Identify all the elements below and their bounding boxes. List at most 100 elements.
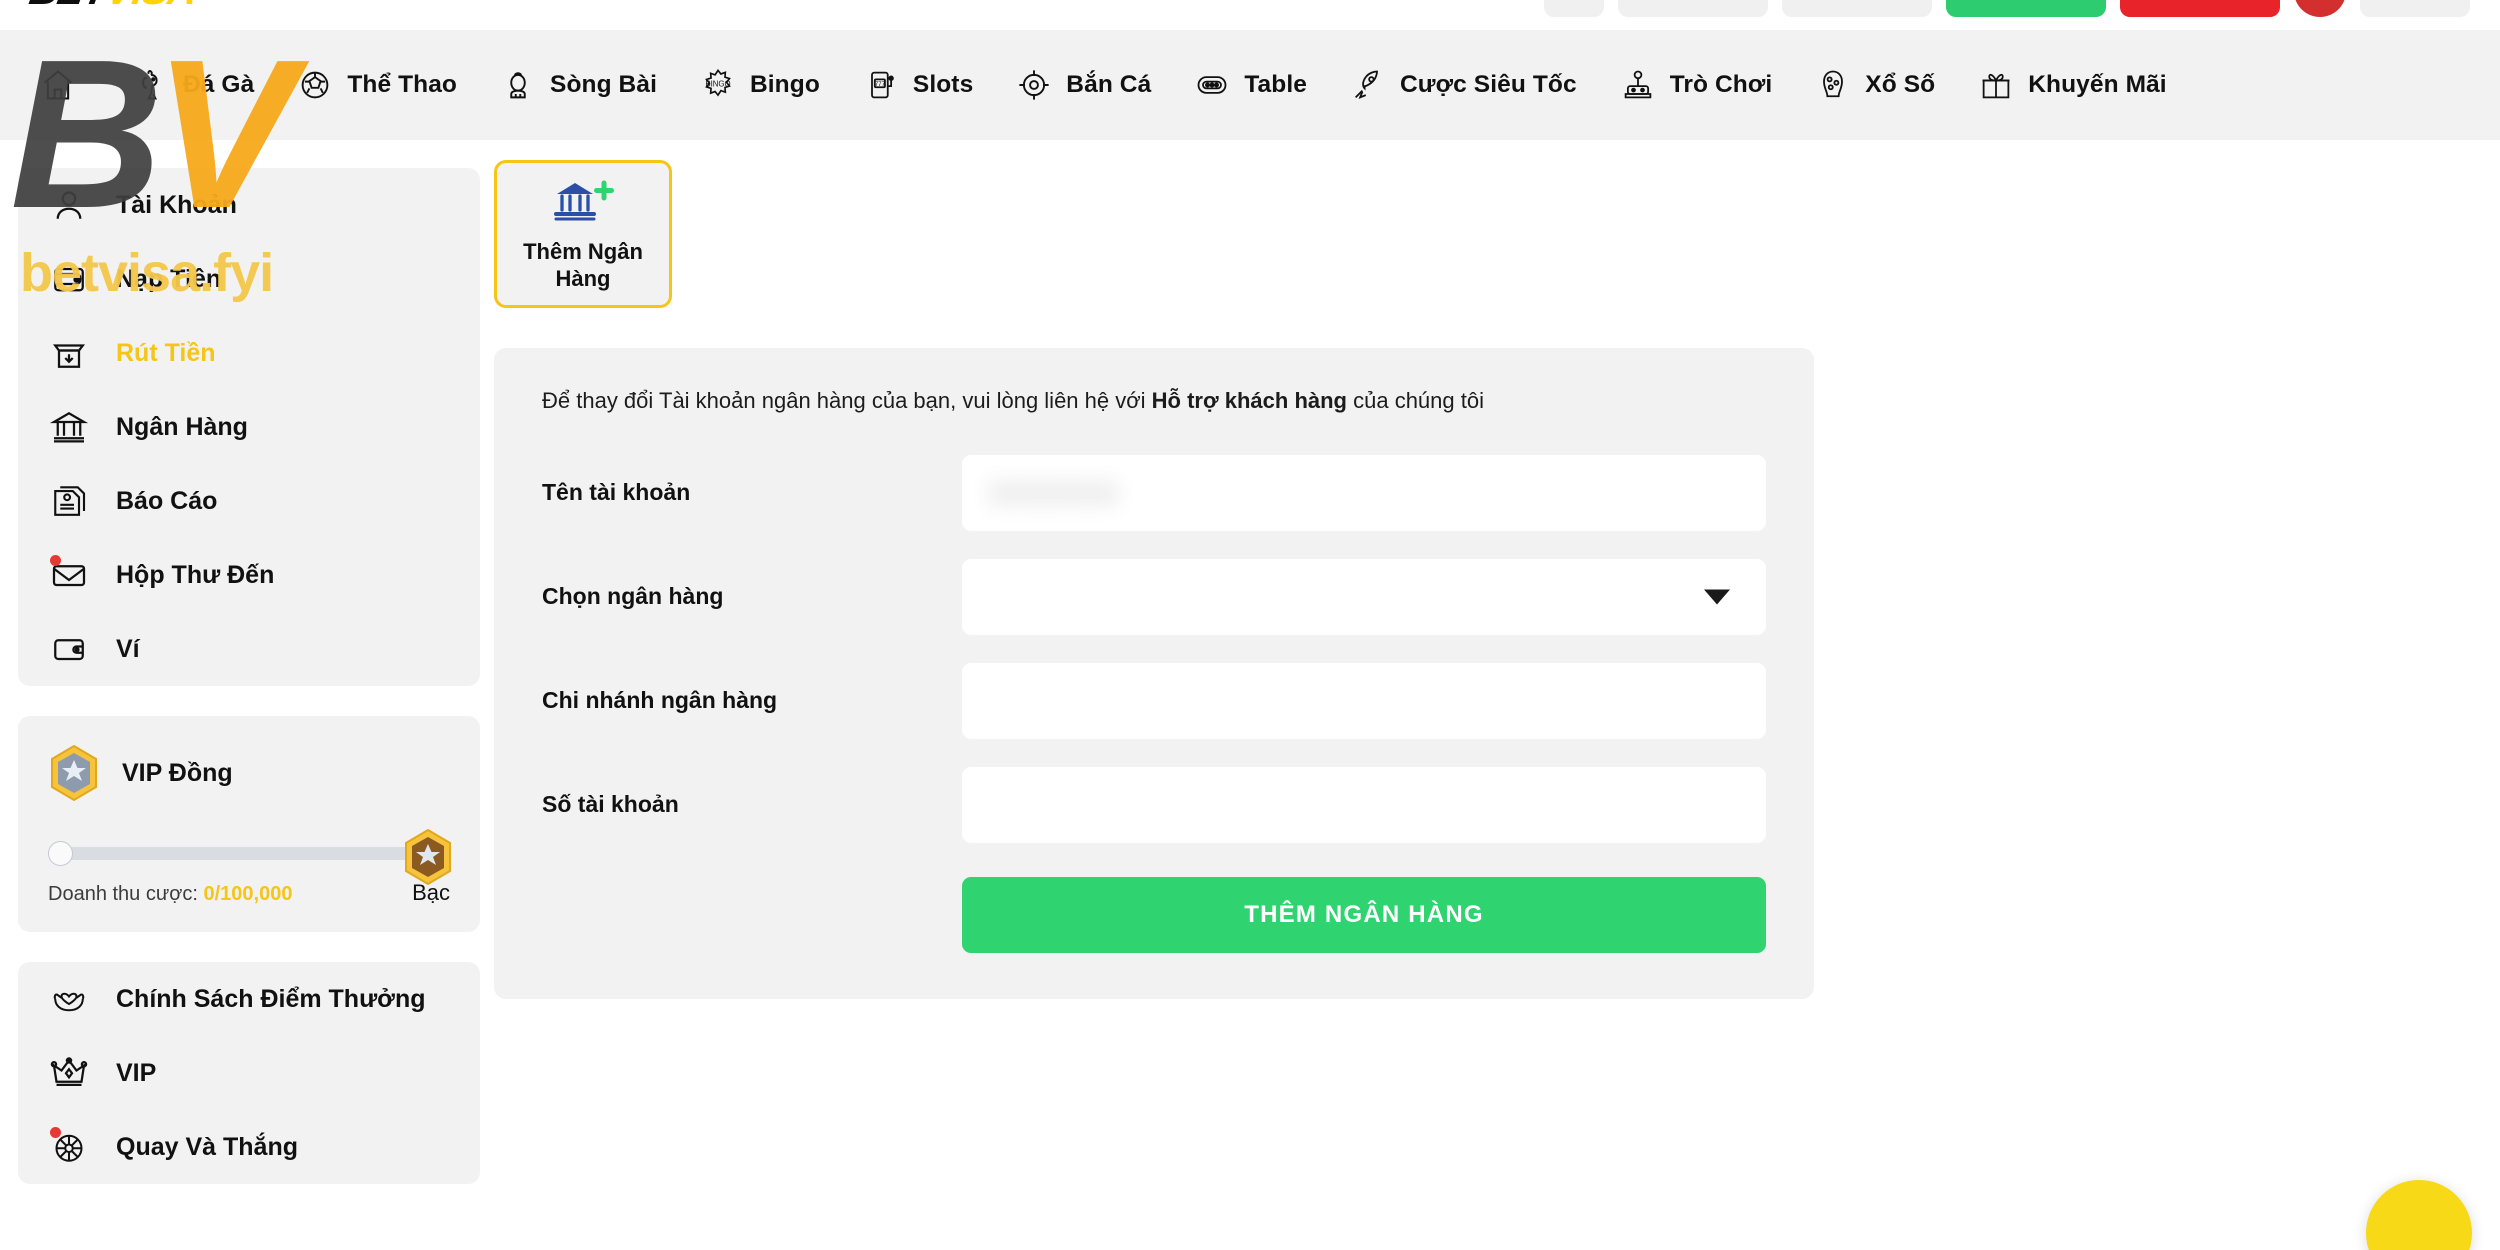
slot-machine-icon: 777 bbox=[862, 66, 900, 104]
joystick-icon bbox=[1619, 66, 1657, 104]
casino-dealer-icon bbox=[499, 66, 537, 104]
tab-label-them-ngan-hang: Thêm Ngân Hàng bbox=[503, 239, 663, 293]
vip-progress-track bbox=[48, 847, 450, 860]
sidebar-item-tai-khoan[interactable]: Tài Khoản bbox=[18, 168, 480, 242]
notice-part2: của chúng tôi bbox=[1347, 388, 1484, 413]
sidebar-item-quay-va-thang[interactable]: Quay Và Thắng bbox=[18, 1110, 480, 1184]
mail-icon bbox=[48, 554, 90, 596]
rewards-hands-icon bbox=[48, 978, 90, 1020]
vip-header: VIP Đồng bbox=[48, 744, 450, 802]
submit-row: THÊM NGÂN HÀNG bbox=[542, 877, 1766, 953]
svg-text:777: 777 bbox=[875, 81, 886, 88]
sidebar-label-vip: VIP bbox=[116, 1059, 156, 1088]
header-wallet-button[interactable] bbox=[1782, 0, 1932, 17]
label-chi-nhanh-ngan-hang: Chi nhánh ngân hàng bbox=[542, 687, 962, 714]
nav-label-xo-so: Xổ Số bbox=[1865, 71, 1935, 99]
vip-revenue-text: Doanh thu cược: 0/100,000 bbox=[48, 883, 292, 906]
sidebar-label-rut-tien: Rút Tiền bbox=[116, 339, 216, 368]
nav-item-ban-ca[interactable]: Bắn Cá bbox=[994, 30, 1172, 140]
input-so-tai-khoan[interactable] bbox=[962, 767, 1766, 843]
sidebar-label-nap-tien: Nạp Tiền bbox=[116, 265, 221, 294]
nav-item-bingo[interactable]: BINGO Bingo bbox=[678, 30, 841, 140]
vip-next-tier-badge-icon bbox=[402, 828, 454, 886]
sidebar-item-ngan-hang[interactable]: Ngân Hàng bbox=[18, 390, 480, 464]
header-deposit-button[interactable] bbox=[1946, 0, 2106, 17]
support-notice: Để thay đổi Tài khoản ngân hàng của bạn,… bbox=[542, 386, 1766, 417]
header-language-button[interactable] bbox=[1544, 0, 1604, 17]
nav-label-da-ga: Đá Gà bbox=[183, 71, 254, 99]
form-row-branch: Chi nhánh ngân hàng bbox=[542, 663, 1766, 739]
main-content: Thêm Ngân Hàng Để thay đổi Tài khoản ngâ… bbox=[494, 160, 1854, 999]
nav-label-song-bai: Sòng Bài bbox=[550, 71, 657, 99]
rooster-icon bbox=[132, 66, 170, 104]
home-icon bbox=[39, 66, 77, 104]
value-ten-tai-khoan: ▒▒▒▒▒▒▒▒ bbox=[988, 479, 1118, 506]
add-bank-button[interactable]: THÊM NGÂN HÀNG bbox=[962, 877, 1766, 953]
nav-label-khuyen-mai: Khuyến Mãi bbox=[2028, 71, 2167, 99]
nav-item-xo-so[interactable]: Xổ Số bbox=[1793, 30, 1956, 140]
label-chon-ngan-hang: Chọn ngân hàng bbox=[542, 583, 962, 610]
select-chon-ngan-hang[interactable] bbox=[962, 559, 1766, 635]
sidebar-item-rut-tien[interactable]: Rút Tiền bbox=[18, 316, 480, 390]
sidebar-label-vi: Ví bbox=[116, 635, 140, 664]
svg-text:BINGO: BINGO bbox=[705, 80, 730, 89]
nav-item-da-ga[interactable]: Đá Gà bbox=[111, 30, 275, 140]
nav-item-song-bai[interactable]: Sòng Bài bbox=[478, 30, 678, 140]
wallet-icon bbox=[48, 628, 90, 670]
nav-label-bingo: Bingo bbox=[750, 71, 820, 99]
chevron-down-icon bbox=[1704, 589, 1730, 604]
withdraw-icon bbox=[48, 332, 90, 374]
nav-item-tro-choi[interactable]: Trò Chơi bbox=[1598, 30, 1794, 140]
nav-item-home[interactable] bbox=[18, 30, 111, 140]
bank-add-icon bbox=[551, 175, 615, 227]
table-game-icon bbox=[1193, 66, 1231, 104]
input-ten-tai-khoan[interactable]: ▒▒▒▒▒▒▒▒ bbox=[962, 455, 1766, 531]
logo-bet-text: BET bbox=[26, 0, 111, 14]
new-badge bbox=[50, 1127, 61, 1138]
nav-label-tro-choi: Trò Chơi bbox=[1670, 71, 1773, 99]
tab-them-ngan-hang[interactable]: Thêm Ngân Hàng bbox=[494, 160, 672, 308]
nav-item-cuoc-sieu-toc[interactable]: Cược Siêu Tốc bbox=[1328, 30, 1598, 140]
form-row-select-bank: Chọn ngân hàng bbox=[542, 559, 1766, 635]
nav-label-ban-ca: Bắn Cá bbox=[1066, 71, 1151, 99]
nav-item-the-thao[interactable]: Thể Thao bbox=[275, 30, 478, 140]
sidebar-item-vip[interactable]: VIP bbox=[18, 1036, 480, 1110]
nav-item-slots[interactable]: 777 Slots bbox=[841, 30, 994, 140]
logo-visa-text: VISA bbox=[103, 0, 200, 14]
vip-progress-knob[interactable] bbox=[48, 841, 73, 866]
tab-row: Thêm Ngân Hàng bbox=[494, 160, 1854, 308]
header-withdraw-button[interactable] bbox=[2120, 0, 2280, 17]
nav-item-table[interactable]: Table bbox=[1172, 30, 1328, 140]
sidebar-label-ngan-hang: Ngân Hàng bbox=[116, 413, 248, 442]
sidebar-item-chinh-sach-diem-thuong[interactable]: Chính Sách Điểm Thưởng bbox=[18, 962, 480, 1036]
submit-spacer bbox=[542, 877, 962, 953]
soccer-ball-icon bbox=[296, 66, 334, 104]
sidebar-label-bao-cao: Báo Cáo bbox=[116, 487, 217, 516]
sidebar-label-chinh-sach-diem-thuong: Chính Sách Điểm Thưởng bbox=[116, 985, 426, 1014]
sidebar-secondary-menu: Chính Sách Điểm Thưởng VIP Quay Và Thắng bbox=[18, 962, 480, 1184]
bank-icon bbox=[48, 406, 90, 448]
vip-revenue-value: 0/100,000 bbox=[203, 883, 292, 905]
bingo-icon: BINGO bbox=[699, 66, 737, 104]
header-menu-button[interactable] bbox=[2360, 0, 2470, 17]
rocket-icon bbox=[1349, 66, 1387, 104]
page-root: BETVISA Đá Gà Thể bbox=[0, 0, 2500, 1250]
nav-label-the-thao: Thể Thao bbox=[347, 71, 457, 99]
sidebar: Tài Khoản Nạp Tiền Rút Tiền bbox=[18, 168, 480, 1214]
vip-revenue-label: Doanh thu cược: bbox=[48, 883, 198, 905]
bank-form-panel: Để thay đổi Tài khoản ngân hàng của bạn,… bbox=[494, 348, 1814, 999]
header-balance-button[interactable] bbox=[1618, 0, 1768, 17]
sidebar-item-bao-cao[interactable]: Báo Cáo bbox=[18, 464, 480, 538]
avatar[interactable] bbox=[2294, 0, 2346, 17]
sidebar-item-vi[interactable]: Ví bbox=[18, 612, 480, 686]
site-logo[interactable]: BETVISA bbox=[26, 0, 200, 14]
user-icon bbox=[48, 184, 90, 226]
sidebar-item-hop-thu-den[interactable]: Hộp Thư Đến bbox=[18, 538, 480, 612]
lottery-ball-icon bbox=[1814, 66, 1852, 104]
nav-item-khuyen-mai[interactable]: Khuyến Mãi bbox=[1956, 30, 2188, 140]
main-navigation: Đá Gà Thể Thao Sòng Bài BINGO Bingo 777 … bbox=[0, 30, 2500, 140]
input-chi-nhanh-ngan-hang[interactable] bbox=[962, 663, 1766, 739]
sidebar-item-nap-tien[interactable]: Nạp Tiền bbox=[18, 242, 480, 316]
sidebar-label-tai-khoan: Tài Khoản bbox=[116, 191, 237, 220]
vip-progress-bar[interactable] bbox=[48, 840, 450, 866]
